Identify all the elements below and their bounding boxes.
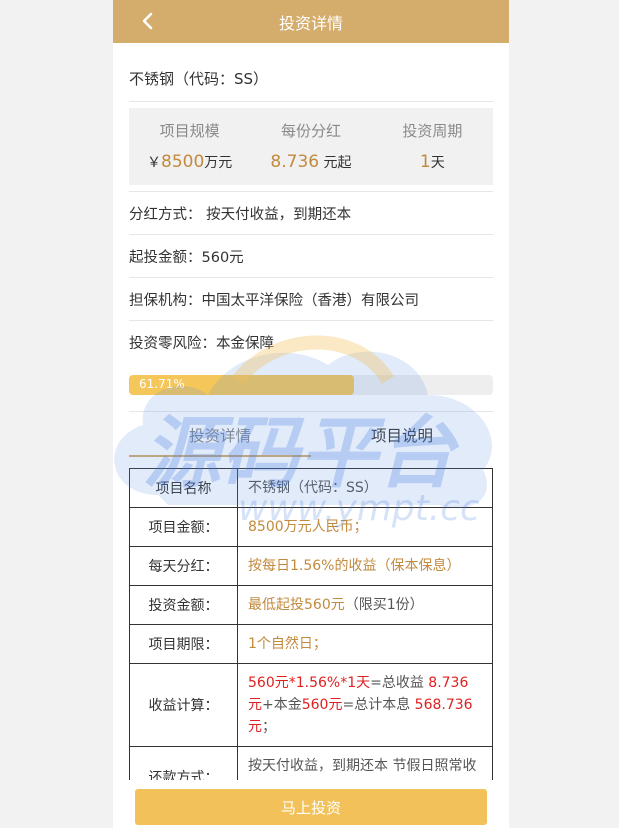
table-value: 不锈钢（代码：SS）	[237, 468, 493, 508]
value-part: =总收益	[370, 675, 429, 691]
stats-panel: 项目规模 ￥8500万元 每份分红 8.736 元起 投资周期 1天	[129, 108, 493, 185]
value-part: +本金	[262, 697, 302, 713]
info-dividend-method: 分红方式： 按天付收益，到期还本	[129, 191, 493, 234]
value-part: ；	[262, 719, 276, 735]
value-part: 最低起投560元	[248, 597, 345, 613]
header-bar: 投资详情	[113, 0, 509, 43]
table-value: 最低起投560元（限买1份）	[237, 585, 493, 625]
table-key: 项目期限：	[129, 624, 238, 664]
stat-label: 投资周期	[402, 122, 463, 140]
stat-unit: 元起	[319, 155, 352, 171]
stat-period: 投资周期 1天	[372, 108, 493, 185]
stat-value: ￥8500万元	[129, 152, 250, 172]
info-value: 中国太平洋保险（香港）有限公司	[201, 292, 420, 309]
progress-bar: 61.71%	[129, 375, 493, 395]
info-risk: 投资零风险： 本金保障	[129, 320, 493, 363]
tab-bar: 投资详情 项目说明	[129, 411, 493, 457]
stat-number: 8.736	[270, 152, 320, 172]
page-title: 投资详情	[278, 13, 343, 33]
table-row: 投资金额： 最低起投560元（限买1份）	[129, 585, 493, 625]
invest-now-button[interactable]: 马上投资	[135, 789, 487, 825]
stat-dividend: 每份分红 8.736 元起	[250, 108, 371, 185]
details-table: 项目名称 不锈钢（代码：SS） 项目金额： 8500万元人民币； 每天分红： 按…	[129, 468, 493, 808]
table-value: 按每日1.56%的收益（保本保息）	[237, 546, 493, 586]
table-row: 收益计算： 560元*1.56%*1天=总收益 8.736 元+本金560元=总…	[129, 663, 493, 747]
stat-unit: 万元	[204, 155, 233, 171]
info-min-invest: 起投金额： 560元	[129, 234, 493, 277]
table-row: 项目期限： 1个自然日；	[129, 624, 493, 664]
bottom-bar: 马上投资	[113, 780, 509, 828]
project-title: 不锈钢（代码：SS）	[129, 43, 493, 102]
value-part: 560元*1.56%*1天	[248, 675, 371, 691]
value-part: =总计本息	[342, 697, 415, 713]
table-value: 8500万元人民币；	[237, 507, 493, 547]
stat-number: 1	[419, 152, 431, 172]
table-row: 每天分红： 按每日1.56%的收益（保本保息）	[129, 546, 493, 586]
table-key: 项目名称	[129, 468, 238, 508]
table-key: 收益计算：	[129, 663, 238, 747]
table-row: 项目金额： 8500万元人民币；	[129, 507, 493, 547]
info-value: 本金保障	[216, 335, 274, 352]
value-part: 560元	[301, 697, 343, 713]
stat-prefix: ￥	[147, 155, 162, 171]
info-guarantor: 担保机构： 中国太平洋保险（香港）有限公司	[129, 277, 493, 320]
info-label: 起投金额：	[129, 249, 202, 266]
info-label: 担保机构：	[129, 292, 202, 309]
stat-label: 项目规模	[159, 122, 220, 140]
value-part: （限买1份）	[344, 597, 424, 613]
table-value: 1个自然日；	[237, 624, 493, 664]
info-value: 按天付收益，到期还本	[206, 206, 352, 223]
chevron-left-icon	[142, 12, 153, 30]
stat-value: 8.736 元起	[250, 152, 371, 172]
tab-invest-details[interactable]: 投资详情	[129, 412, 311, 457]
stat-number: 8500	[161, 152, 205, 172]
stat-unit: 天	[430, 155, 445, 171]
table-key: 每天分红：	[129, 546, 238, 586]
tab-project-description[interactable]: 项目说明	[311, 412, 493, 457]
back-button[interactable]	[135, 8, 159, 34]
table-key: 投资金额：	[129, 585, 238, 625]
info-label: 投资零风险：	[129, 335, 216, 352]
table-row: 项目名称 不锈钢（代码：SS）	[129, 468, 493, 508]
stat-scale: 项目规模 ￥8500万元	[129, 108, 250, 185]
table-value: 560元*1.56%*1天=总收益 8.736 元+本金560元=总计本息 56…	[237, 663, 493, 747]
page: 投资详情 不锈钢（代码：SS） 项目规模 ￥8500万元 每份分红 8.736 …	[113, 0, 509, 828]
progress-text: 61.71%	[139, 377, 185, 391]
info-value: 560元	[201, 249, 244, 266]
table-key: 项目金额：	[129, 507, 238, 547]
stat-value: 1天	[372, 152, 493, 172]
stat-label: 每份分红	[280, 122, 341, 140]
info-label: 分红方式：	[129, 206, 202, 223]
